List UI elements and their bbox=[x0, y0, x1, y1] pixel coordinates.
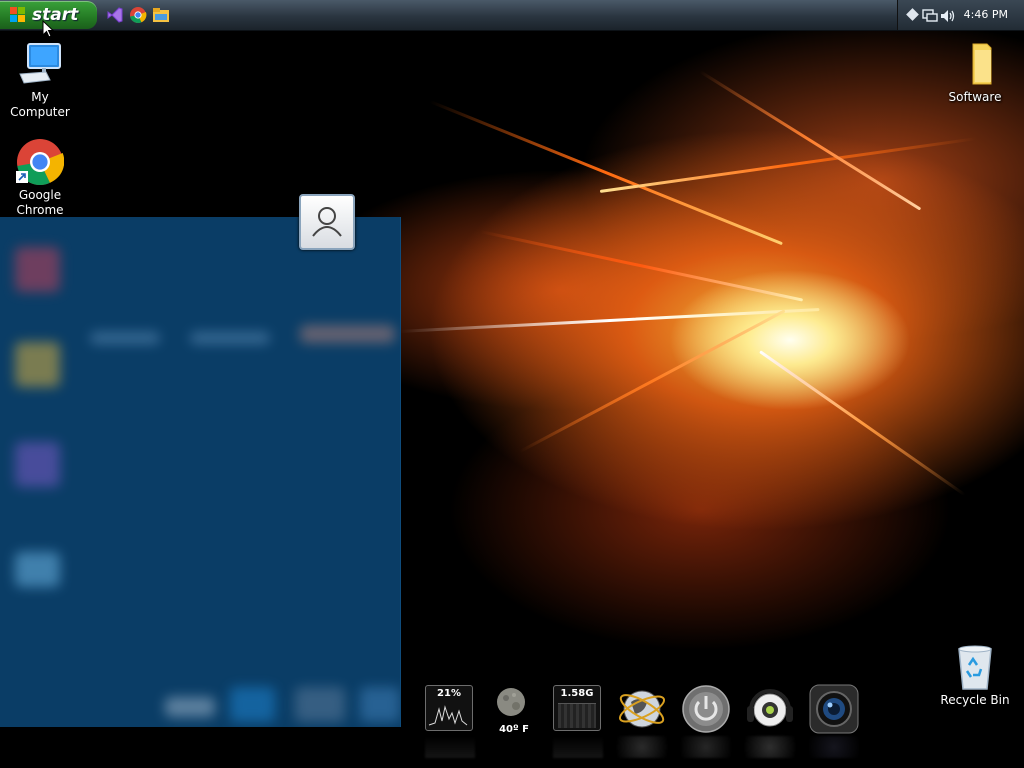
blurred-item bbox=[90, 332, 160, 344]
desktop-icon-label: Recycle Bin bbox=[940, 693, 1010, 707]
visual-studio-icon[interactable] bbox=[106, 6, 124, 24]
blurred-item bbox=[295, 687, 345, 722]
wallpaper-streak bbox=[479, 230, 804, 302]
cpu-meter-value: 21% bbox=[437, 688, 461, 699]
recycle-bin-icon bbox=[951, 643, 999, 691]
weather-temperature: 40º F bbox=[499, 724, 529, 735]
blurred-item bbox=[15, 442, 60, 487]
desktop-icon-google-chrome[interactable]: Google Chrome bbox=[0, 138, 80, 218]
user-icon bbox=[312, 207, 342, 237]
computer-icon bbox=[16, 40, 64, 88]
memory-meter-icon[interactable]: 1.58G bbox=[553, 685, 601, 731]
clock[interactable]: 4:46 PM bbox=[964, 8, 1008, 21]
mouse-cursor-icon bbox=[42, 20, 54, 38]
user-account-button[interactable] bbox=[299, 194, 355, 250]
desktop-icon-label: My Computer bbox=[10, 90, 70, 119]
blurred-item bbox=[15, 247, 60, 292]
wallpaper-streak bbox=[519, 309, 786, 453]
folder-icon bbox=[951, 40, 999, 88]
desktop-icon-my-computer[interactable]: My Computer bbox=[0, 40, 80, 120]
blurred-item bbox=[360, 687, 400, 722]
dock-reflection bbox=[425, 736, 475, 758]
headphones-icon[interactable] bbox=[745, 684, 795, 734]
system-tray: 4:46 PM bbox=[897, 0, 1024, 30]
start-menu-panel bbox=[0, 217, 401, 727]
wallpaper-streak bbox=[399, 308, 820, 333]
blurred-item bbox=[190, 332, 270, 344]
dock-reflection bbox=[617, 736, 667, 758]
start-label: start bbox=[32, 5, 79, 25]
dock-reflection bbox=[745, 736, 795, 758]
wallpaper-streak bbox=[599, 137, 977, 193]
file-explorer-icon[interactable] bbox=[152, 6, 170, 24]
blurred-item bbox=[230, 687, 275, 722]
dock-reflection bbox=[681, 736, 731, 758]
volume-icon[interactable] bbox=[940, 8, 956, 27]
blurred-item bbox=[165, 697, 215, 717]
blurred-item bbox=[15, 552, 60, 587]
desktop-icon-software[interactable]: Software bbox=[935, 40, 1015, 105]
weather-moon-icon[interactable]: 40º F bbox=[488, 684, 538, 735]
network-monitor-icon[interactable] bbox=[922, 8, 938, 27]
camera-lens-icon[interactable] bbox=[809, 684, 859, 734]
dock-reflection bbox=[553, 736, 603, 758]
dock-reflection bbox=[809, 736, 859, 758]
cpu-meter-icon[interactable]: 21% bbox=[425, 685, 473, 731]
memory-meter-value: 1.58G bbox=[560, 688, 594, 699]
globe-icon[interactable] bbox=[617, 684, 667, 734]
wallpaper-streak bbox=[759, 350, 966, 497]
network-diamond-icon[interactable] bbox=[906, 8, 919, 21]
blurred-item bbox=[300, 325, 395, 343]
desktop-icon-label: Software bbox=[948, 90, 1002, 104]
chrome-icon[interactable] bbox=[129, 6, 147, 24]
blurred-item bbox=[15, 342, 60, 387]
power-icon[interactable] bbox=[681, 684, 731, 734]
windows-flag-icon bbox=[10, 7, 26, 23]
chrome-icon bbox=[16, 138, 65, 186]
desktop-icon-label: Google Chrome bbox=[16, 188, 64, 217]
taskbar: start 4:46 PM bbox=[0, 0, 1024, 31]
wallpaper-streak bbox=[699, 70, 922, 211]
desktop-icon-recycle-bin[interactable]: Recycle Bin bbox=[935, 643, 1015, 708]
